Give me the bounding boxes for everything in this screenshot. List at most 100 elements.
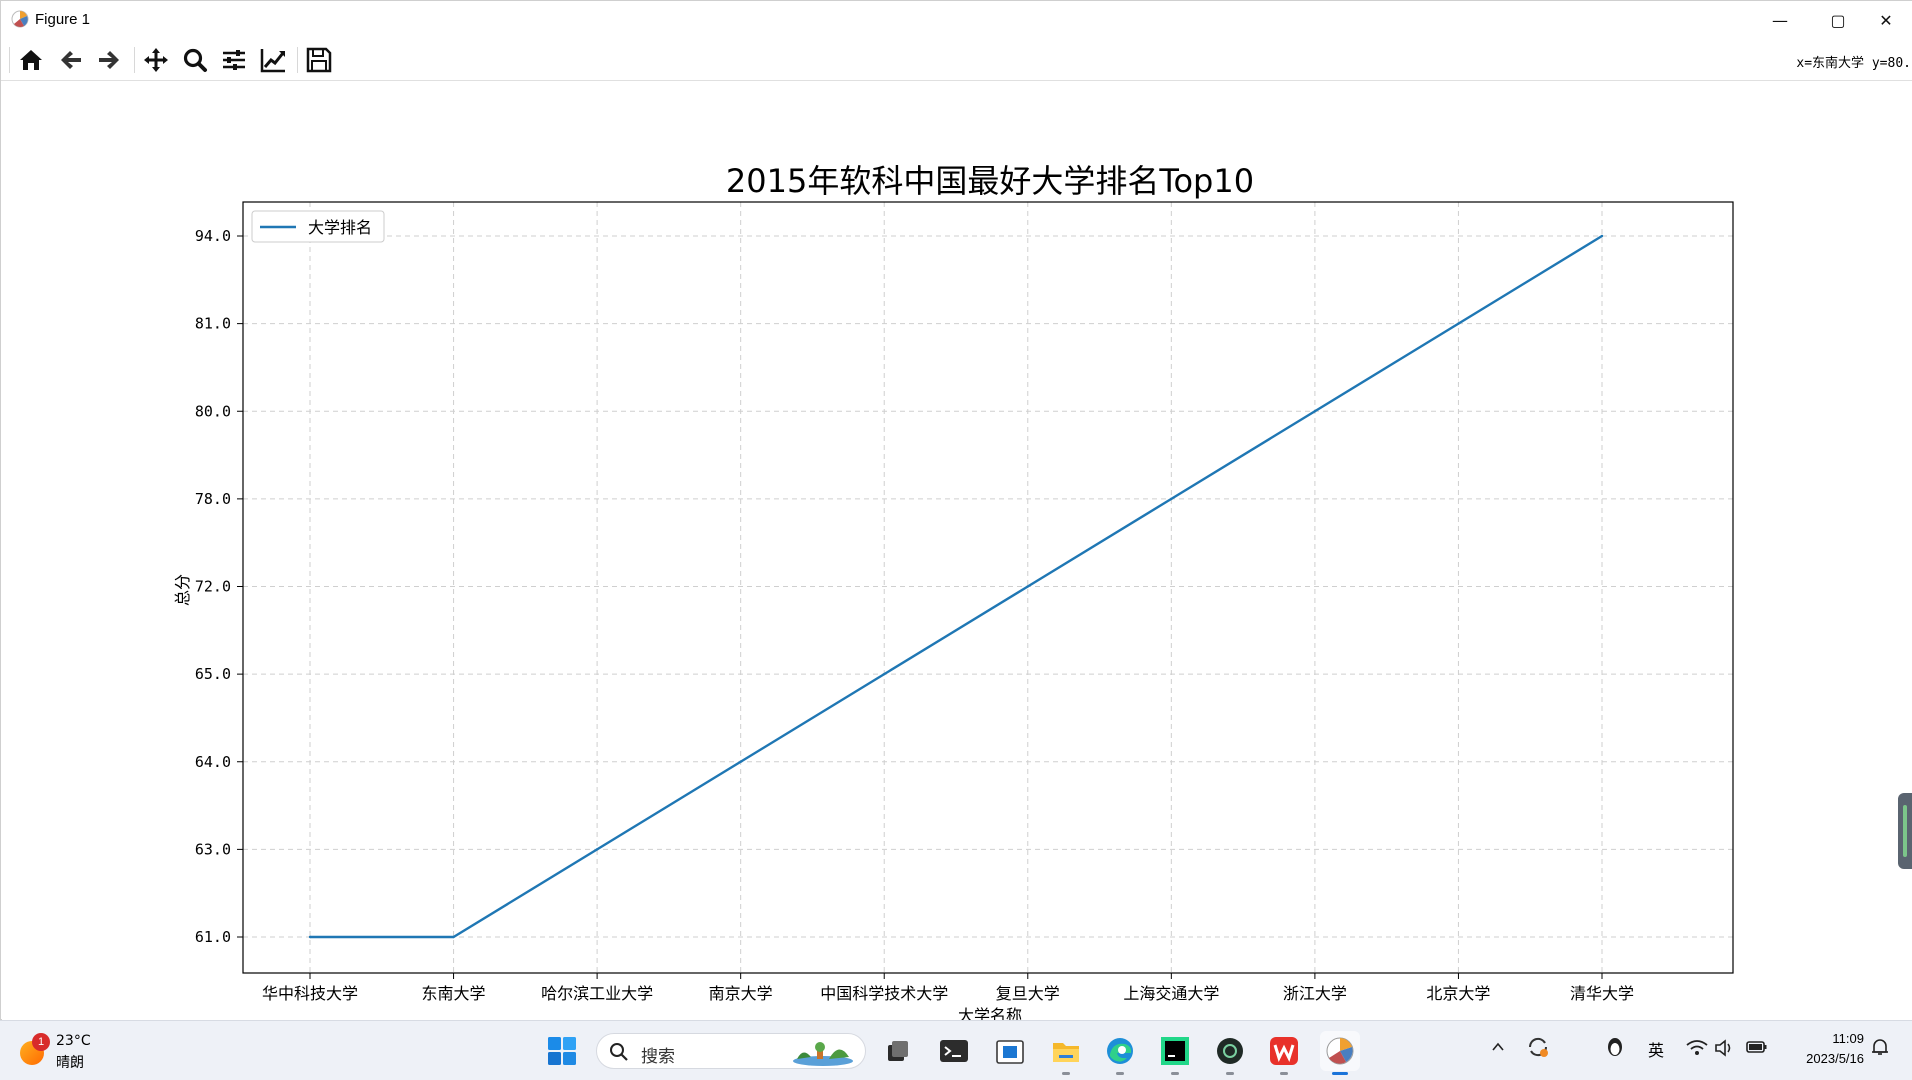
- close-button[interactable]: ✕: [1857, 1, 1912, 39]
- clock-time: 11:09: [1832, 1031, 1864, 1046]
- show-hidden-icons-button[interactable]: [1490, 1039, 1506, 1059]
- data-point: [1026, 585, 1029, 588]
- edit-axis-icon: [260, 49, 285, 73]
- close-icon: ✕: [1879, 10, 1893, 30]
- taskbar-app-wps[interactable]: [1264, 1031, 1304, 1075]
- data-point: [883, 672, 886, 676]
- y-tick-label: 94.0: [195, 227, 231, 245]
- data-point: [1600, 234, 1604, 238]
- ime-indicator[interactable]: 英: [1648, 1037, 1664, 1061]
- data-point: [595, 848, 599, 851]
- data-point: [1457, 322, 1460, 325]
- system-clock[interactable]: 11:09 2023/5/16: [1786, 1029, 1864, 1069]
- save-button[interactable]: [303, 45, 335, 75]
- y-tick-label: 64.0: [195, 753, 231, 771]
- x-tick-label: 上海交通大学: [1123, 984, 1219, 1003]
- cursor-coordinates: x=东南大学 y=80.: [1796, 56, 1911, 71]
- penguin-icon: [1608, 1038, 1622, 1056]
- clock-date: 2023/5/16: [1806, 1051, 1864, 1066]
- matplotlib-app-icon: [11, 10, 29, 28]
- sync-tray-button[interactable]: [1526, 1035, 1550, 1063]
- search-highlight-art-icon: [793, 1042, 853, 1066]
- zoom-icon: [183, 48, 207, 72]
- matplotlib-figure-icon: [1326, 1037, 1354, 1065]
- toolbar-separator: [134, 47, 135, 73]
- configure-subplots-icon: [223, 50, 245, 70]
- data-point: [452, 935, 455, 939]
- minimize-button[interactable]: —: [1751, 1, 1809, 39]
- edge-icon: [1107, 1038, 1133, 1064]
- taskbar-app-store[interactable]: [990, 1031, 1030, 1071]
- x-tick-label: 浙江大学: [1283, 984, 1347, 1003]
- notification-badge: 1: [32, 1033, 50, 1051]
- windows-start-icon: [548, 1037, 576, 1065]
- window-title: Figure 1: [35, 11, 91, 28]
- file-explorer-icon: [1053, 1043, 1079, 1062]
- home-button[interactable]: [15, 45, 47, 75]
- toolbar-separator: [297, 47, 298, 73]
- y-tick-label: 61.0: [195, 928, 231, 946]
- speaker-icon: [1715, 1039, 1731, 1057]
- pycharm-icon: [1161, 1037, 1189, 1065]
- terminal-icon: [940, 1040, 968, 1062]
- plot-area: [243, 202, 1733, 973]
- maximize-icon: ▢: [1830, 10, 1846, 30]
- search-placeholder: 搜索: [641, 1047, 675, 1067]
- toolbar-separator: [9, 47, 10, 73]
- taskbar-search[interactable]: 搜索: [596, 1033, 866, 1069]
- running-indicator: [1171, 1072, 1179, 1075]
- y-tick-label: 80.0: [195, 402, 231, 420]
- y-tick-label: 78.0: [195, 490, 231, 508]
- pan-icon: [144, 48, 168, 72]
- taskbar-app-edge[interactable]: [1100, 1031, 1140, 1075]
- x-axis-label: 大学名称: [958, 1006, 1022, 1020]
- search-icon: [610, 1043, 628, 1061]
- running-indicator: [1062, 1072, 1070, 1075]
- navigation-toolbar: [1, 39, 1912, 81]
- taskbar-app-file-explorer[interactable]: [1046, 1031, 1086, 1075]
- x-tick-label: 北京大学: [1426, 984, 1490, 1003]
- y-tick-label: 72.0: [195, 578, 231, 596]
- network-button[interactable]: [1686, 1039, 1708, 1061]
- battery-icon: [1746, 1041, 1767, 1053]
- taskbar: 1 23°C 晴朗 搜索 英 11:09 2023/5/16: [0, 1020, 1912, 1080]
- taskbar-app-terminal[interactable]: [934, 1031, 974, 1071]
- start-button[interactable]: [542, 1031, 582, 1071]
- store-icon: [996, 1040, 1024, 1064]
- notification-center-button[interactable]: [1870, 1037, 1890, 1061]
- x-tick-label: 南京大学: [709, 984, 773, 1003]
- wps-icon: [1270, 1037, 1298, 1065]
- x-tick-label: 哈尔滨工业大学: [541, 984, 653, 1003]
- taskbar-app-assistant[interactable]: [1210, 1031, 1250, 1075]
- side-panel-handle-bar: [1903, 805, 1907, 857]
- y-tick-label: 81.0: [195, 315, 231, 333]
- chart-title: 2015年软科中国最好大学排名Top10: [726, 162, 1254, 200]
- legend-label: 大学排名: [308, 218, 372, 237]
- zoom-button[interactable]: [179, 45, 211, 75]
- x-tick-label: 复旦大学: [996, 984, 1060, 1003]
- forward-button[interactable]: [93, 45, 125, 75]
- running-indicator: [1226, 1072, 1234, 1075]
- title-bar[interactable]: Figure 1 — ▢ ✕: [1, 1, 1912, 39]
- edit-axis-button[interactable]: [257, 45, 289, 75]
- data-point: [1170, 497, 1173, 501]
- side-panel-handle[interactable]: [1898, 793, 1912, 869]
- volume-button[interactable]: [1714, 1039, 1734, 1061]
- weather-widget[interactable]: 1 23°C 晴朗: [16, 1031, 136, 1071]
- battery-button[interactable]: [1746, 1039, 1768, 1059]
- back-button[interactable]: [55, 45, 87, 75]
- figure-canvas[interactable]: 华中科技大学 东南大学 哈尔滨工业大学 南京大学 中国科学技术大学 复旦大学 上海交通大学 浙…: [2, 81, 1912, 1020]
- qq-tray-button[interactable]: [1604, 1035, 1626, 1063]
- x-tick-label: 中国科学技术大学: [820, 984, 948, 1003]
- home-icon: [20, 50, 42, 70]
- weather-temperature: 23°C: [56, 1033, 91, 1049]
- forward-icon: [99, 51, 119, 69]
- pan-button[interactable]: [140, 45, 172, 75]
- taskbar-app-task-view[interactable]: [878, 1031, 918, 1071]
- active-indicator: [1332, 1072, 1348, 1075]
- minimize-icon: —: [1772, 10, 1788, 30]
- taskbar-app-pycharm[interactable]: [1155, 1031, 1195, 1075]
- configure-subplots-button[interactable]: [218, 45, 250, 75]
- back-icon: [61, 51, 81, 69]
- taskbar-app-figure[interactable]: [1320, 1031, 1360, 1075]
